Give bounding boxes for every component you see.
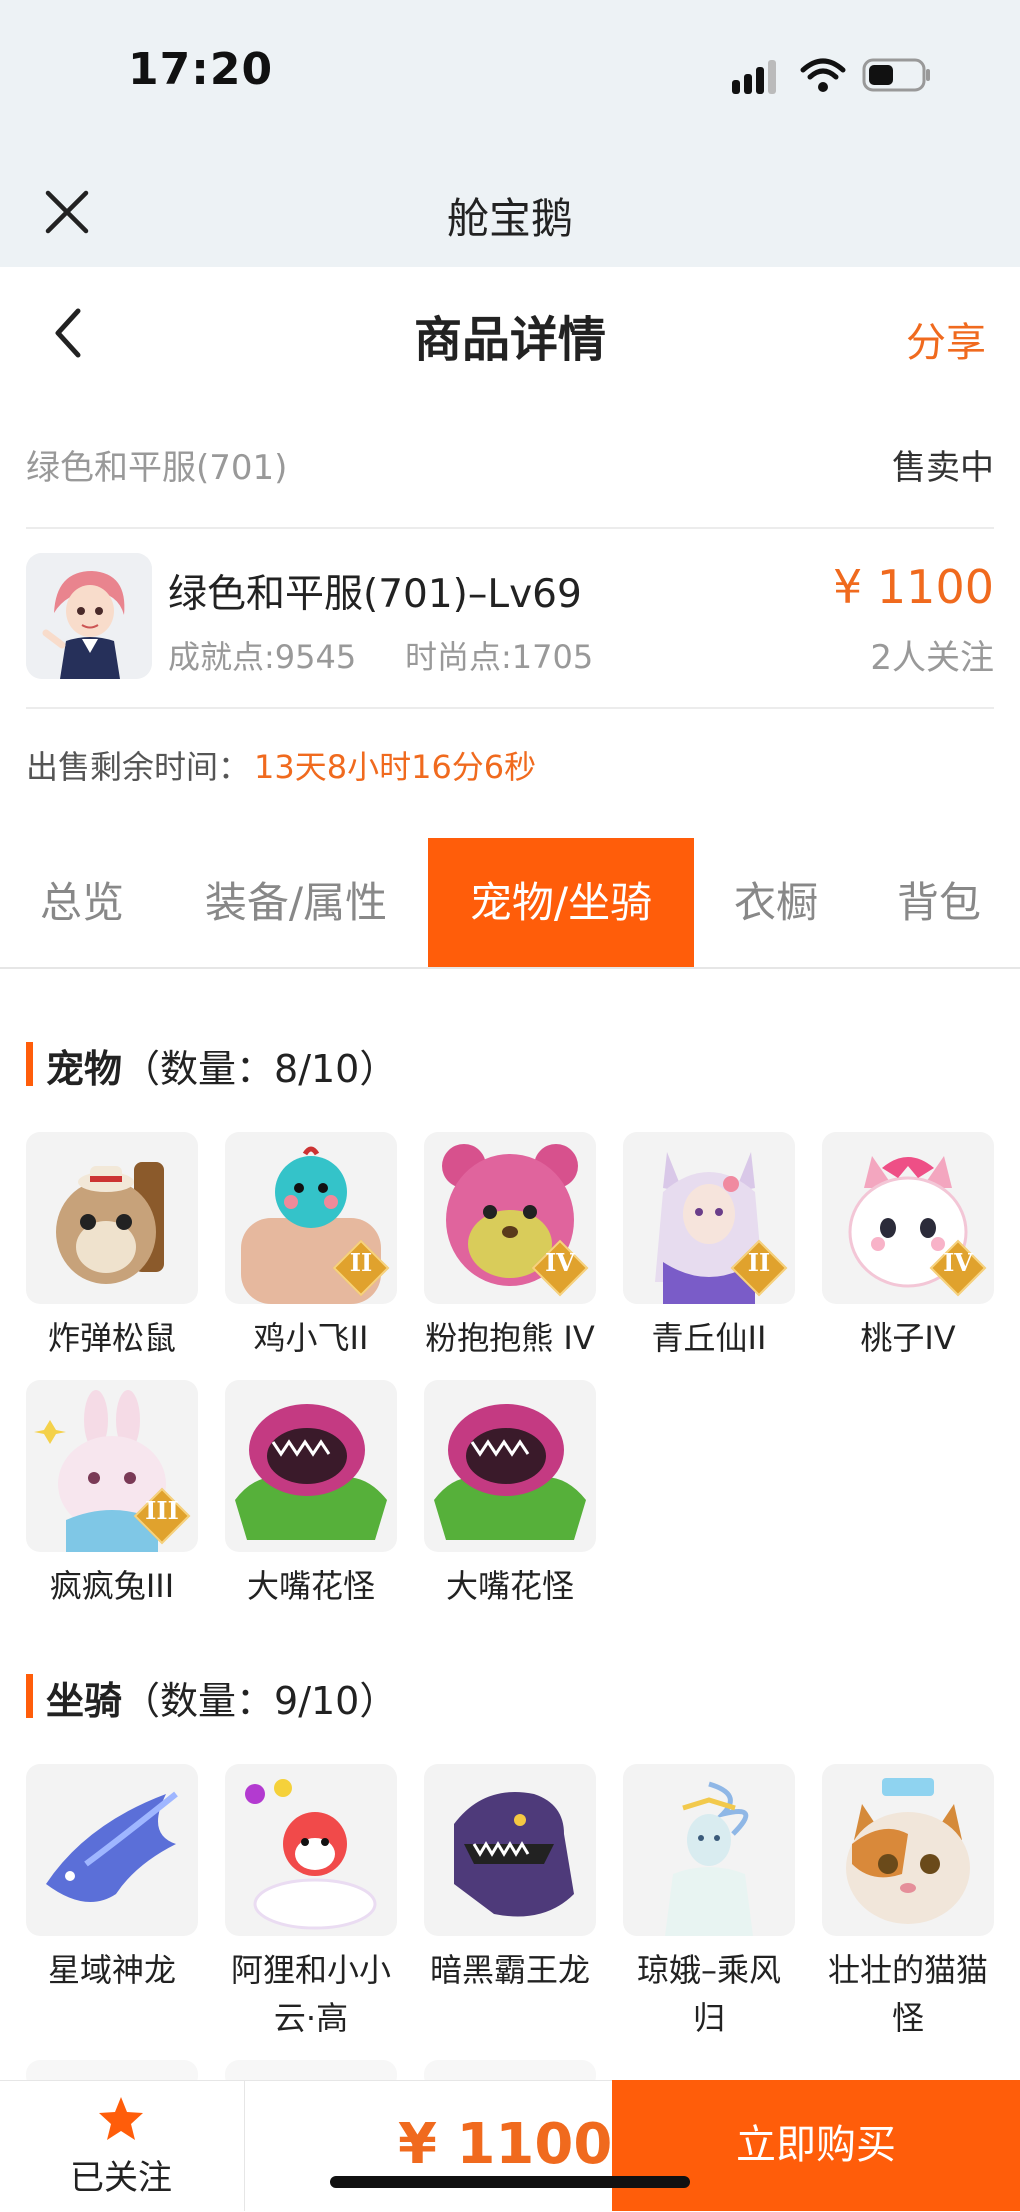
mount-image — [623, 1764, 795, 1936]
pet-image: II — [623, 1132, 795, 1304]
buy-now-button[interactable]: 立即购买 — [612, 2080, 1020, 2211]
rank-badge: II — [332, 1239, 390, 1297]
tab-pets-mounts[interactable]: 宠物/坐骑 — [428, 838, 694, 968]
remaining-time-value: 13天8小时16分6秒 — [254, 748, 537, 786]
mount-name: 暗黑霸王龙 — [429, 1951, 590, 1989]
pet-card[interactable]: 炸弹松鼠 — [26, 1132, 198, 1362]
pet-image: IV — [822, 1132, 994, 1304]
share-button[interactable]: 分享 — [906, 310, 986, 368]
pet-image — [26, 1132, 198, 1304]
pet-name: 粉抱抱熊 IV — [425, 1319, 595, 1357]
tab-underline — [0, 967, 1020, 969]
mount-image — [424, 1764, 596, 1936]
pet-image: II — [225, 1132, 397, 1304]
mount-name: 壮壮的猫猫怪 — [827, 1951, 988, 2037]
pet-name: 大嘴花怪 — [445, 1567, 574, 1605]
pet-card[interactable]: 大嘴花怪 — [225, 1380, 397, 1610]
pets-section-title: 宠物（数量：8/10） — [46, 1047, 398, 1091]
sale-status: 售卖中 — [892, 448, 994, 488]
divider — [244, 2080, 245, 2211]
battery-icon — [862, 58, 930, 92]
tab-backpack[interactable]: 背包 — [858, 838, 1020, 968]
mount-card[interactable]: 壮壮的猫猫怪 — [822, 1764, 994, 2042]
star-icon[interactable] — [96, 2095, 146, 2143]
signal-icon — [732, 60, 776, 94]
pet-card[interactable]: II 青丘仙II — [623, 1132, 795, 1362]
mount-card[interactable]: 星域神龙 — [26, 1764, 198, 1994]
pet-name: 鸡小飞II — [253, 1319, 369, 1357]
divider — [26, 707, 994, 709]
pet-image — [424, 1380, 596, 1552]
server-name: 绿色和平服(701) — [26, 448, 288, 488]
product-price: ¥ 1100 — [833, 560, 994, 614]
mount-name: 阿狸和小小云·高 — [230, 1951, 391, 2037]
mount-card[interactable]: 阿狸和小小云·高 — [225, 1764, 397, 2042]
mount-image — [26, 1764, 198, 1936]
mount-name: 星域神龙 — [47, 1951, 176, 1989]
mount-card[interactable]: 琼娥–乘风归 — [623, 1764, 795, 2042]
pet-image: IV — [424, 1132, 596, 1304]
pet-card[interactable]: IV 桃子IV — [822, 1132, 994, 1362]
pet-card[interactable]: IV 粉抱抱熊 IV — [424, 1132, 596, 1362]
pet-card[interactable]: II 鸡小飞II — [225, 1132, 397, 1362]
mounts-section-title: 坐骑（数量：9/10） — [46, 1679, 398, 1723]
mount-image — [822, 1764, 994, 1936]
tab-overview[interactable]: 总览 — [0, 838, 164, 968]
page-title: 商品详情 — [413, 312, 606, 368]
rank-badge: IV — [929, 1239, 987, 1297]
status-time: 17:20 — [128, 44, 274, 95]
fashion-points: 时尚点:1705 — [405, 638, 594, 676]
pet-name: 青丘仙II — [651, 1319, 767, 1357]
pet-name: 桃子IV — [860, 1319, 956, 1357]
character-avatar — [26, 553, 152, 679]
mount-name: 琼娥–乘风归 — [636, 1951, 781, 2037]
pet-image: III — [26, 1380, 198, 1552]
achievement-points: 成就点:9545 — [168, 638, 357, 676]
divider — [26, 527, 994, 529]
wifi-icon — [800, 58, 846, 92]
rank-badge: III — [133, 1487, 191, 1545]
mini-program-title: 舱宝鹅 — [446, 194, 573, 243]
pet-name: 炸弹松鼠 — [47, 1319, 176, 1357]
pet-card[interactable]: 大嘴花怪 — [424, 1380, 596, 1610]
follow-label[interactable]: 已关注 — [70, 2150, 172, 2199]
mount-image — [225, 1764, 397, 1936]
pet-card[interactable]: III 疯疯兔III — [26, 1380, 198, 1610]
bottom-price: ¥ 1100 — [398, 2112, 613, 2177]
mount-card[interactable]: 暗黑霸王龙 — [424, 1764, 596, 1994]
remaining-time-label: 出售剩余时间： — [26, 748, 251, 786]
home-indicator — [330, 2176, 690, 2188]
section-marker — [26, 1042, 33, 1086]
rank-badge: IV — [531, 1239, 589, 1297]
section-marker — [26, 1674, 33, 1718]
rank-badge: II — [730, 1239, 788, 1297]
tab-equipment[interactable]: 装备/属性 — [164, 838, 428, 968]
pet-name: 疯疯兔III — [49, 1567, 175, 1605]
pet-image — [225, 1380, 397, 1552]
product-title: 绿色和平服(701)–Lv69 — [168, 572, 582, 617]
tab-wardrobe[interactable]: 衣橱 — [694, 838, 858, 968]
pet-name: 大嘴花怪 — [246, 1567, 375, 1605]
follower-count: 2人关注 — [870, 638, 994, 678]
